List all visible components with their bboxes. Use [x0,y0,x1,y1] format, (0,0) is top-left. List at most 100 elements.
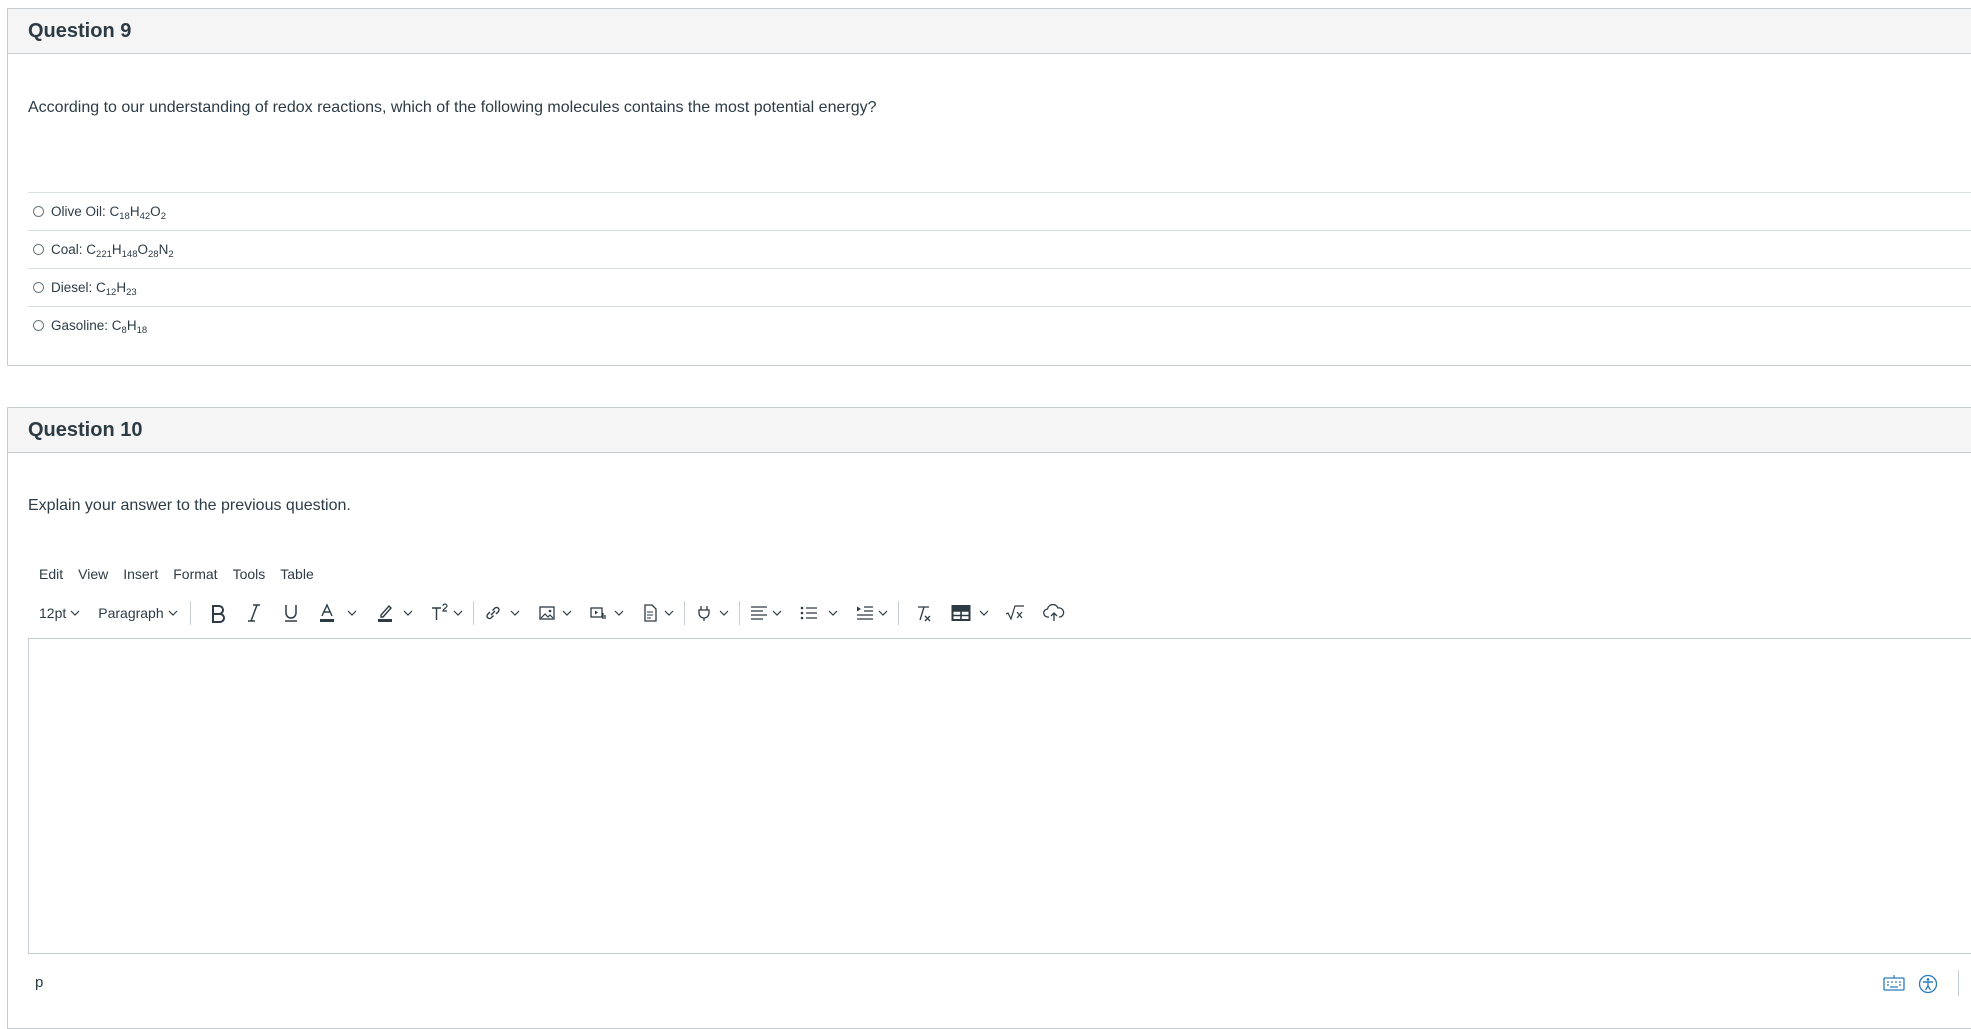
bold-button[interactable] [209,598,227,628]
highlight-color-button[interactable] [377,598,413,628]
chevron-down-icon [70,610,80,616]
element-symbol: N [158,242,169,257]
chevron-down-icon [828,610,838,616]
menu-tools[interactable]: Tools [233,566,266,582]
menu-format[interactable]: Format [173,566,217,582]
indent-button[interactable] [856,598,888,628]
answer-option[interactable]: Olive Oil: C18H42O2 [28,192,1971,230]
question-9-title: Question 9 [8,9,1971,54]
text-color-button[interactable] [319,598,357,628]
element-count: 18 [136,325,148,336]
image-icon [538,606,555,620]
table-button[interactable] [951,598,989,628]
element-count: 2 [160,211,166,222]
block-format-dropdown[interactable]: Paragraph [98,598,178,628]
toolbar-separator [897,601,899,625]
document-icon [643,604,657,622]
image-button[interactable] [538,598,572,628]
answer-label: Diesel: C12H23 [51,280,137,298]
rich-text-editor-area[interactable] [28,638,1971,954]
toolbar-separator [738,601,740,625]
media-icon [589,607,606,619]
editor-toolbar: 12pt Paragraph [39,593,1065,633]
italic-icon [247,604,260,622]
question-10-text: Explain your answer to the previous ques… [28,497,351,514]
link-button[interactable] [484,598,520,628]
media-button[interactable] [589,598,624,628]
answer-label: Coal: C221H148O28N2 [51,242,174,260]
bullet-list-button[interactable] [800,598,838,628]
menu-view[interactable]: View [78,566,108,582]
element-symbol: O [150,204,161,219]
element-count: 2 [168,249,174,260]
indent-icon [856,606,873,620]
menu-insert[interactable]: Insert [123,566,158,582]
align-button[interactable] [750,598,782,628]
chevron-down-icon [664,610,674,616]
chevron-down-icon [403,610,413,616]
element-count: 148 [121,249,138,260]
clear-formatting-button[interactable] [915,598,933,628]
upload-cloud-button[interactable] [1042,598,1065,628]
element-count: 28 [148,249,159,260]
clear-formatting-icon [917,606,931,622]
toolbar-separator [472,601,474,625]
italic-button[interactable] [247,598,261,628]
bold-icon [211,605,225,623]
superscript-button[interactable] [431,598,463,628]
editor-menubar: Edit View Insert Format Tools Table [39,566,329,582]
answer-list: Olive Oil: C18H42O2 Coal: C221H148O28N2 … [28,192,1971,344]
question-9-text: According to our understanding of redox … [28,99,877,116]
radio-button[interactable] [33,320,44,331]
apps-plugin-button[interactable] [695,598,729,628]
font-size-dropdown[interactable]: 12pt [39,598,80,628]
chevron-down-icon [168,610,178,616]
element-symbol: C [96,280,106,295]
toolbar-separator [683,601,685,625]
align-left-icon [750,606,767,620]
equation-button[interactable] [1005,598,1025,628]
answer-label: Gasoline: C8H18 [51,318,148,336]
link-icon [485,606,500,620]
text-color-icon [319,603,334,622]
chevron-down-icon [772,610,782,616]
keyboard-shortcuts-button[interactable] [1883,974,1905,997]
answer-option[interactable]: Coal: C221H148O28N2 [28,230,1971,268]
answer-option[interactable]: Diesel: C12H23 [28,268,1971,306]
accessibility-checker-button[interactable] [1918,974,1938,999]
keyboard-icon [1883,975,1905,991]
question-10-title: Question 10 [8,408,1971,453]
element-symbol: H [111,242,122,257]
underline-icon [284,605,297,622]
element-symbol: C [111,318,122,333]
radio-button[interactable] [33,244,44,255]
element-path[interactable]: p [35,974,43,991]
element-symbol: H [129,204,140,219]
element-symbol: C [86,242,97,257]
chevron-down-icon [719,610,729,616]
chevron-down-icon [347,610,357,616]
cloud-upload-icon [1042,604,1064,621]
block-format-value: Paragraph [98,605,164,621]
square-root-icon [1005,605,1024,621]
chevron-down-icon [453,610,463,616]
radio-button[interactable] [33,206,44,217]
menu-edit[interactable]: Edit [39,566,63,582]
answer-option[interactable]: Gasoline: C8H18 [28,306,1971,344]
document-button[interactable] [642,598,674,628]
element-symbol: O [137,242,149,257]
element-symbol: H [126,318,137,333]
chevron-down-icon [510,610,520,616]
element-symbol: H [116,280,127,295]
radio-button[interactable] [33,282,44,293]
menu-table[interactable]: Table [280,566,313,582]
highlighter-icon [377,604,392,622]
bullet-list-icon [800,606,817,620]
element-count: 221 [96,249,112,260]
status-divider [1958,970,1959,996]
underline-button[interactable] [283,598,299,628]
chevron-down-icon [878,610,888,616]
font-size-value: 12pt [39,605,67,621]
question-10-panel: Question 10 Explain your answer to the p… [7,407,1971,1029]
plug-icon [697,606,710,621]
